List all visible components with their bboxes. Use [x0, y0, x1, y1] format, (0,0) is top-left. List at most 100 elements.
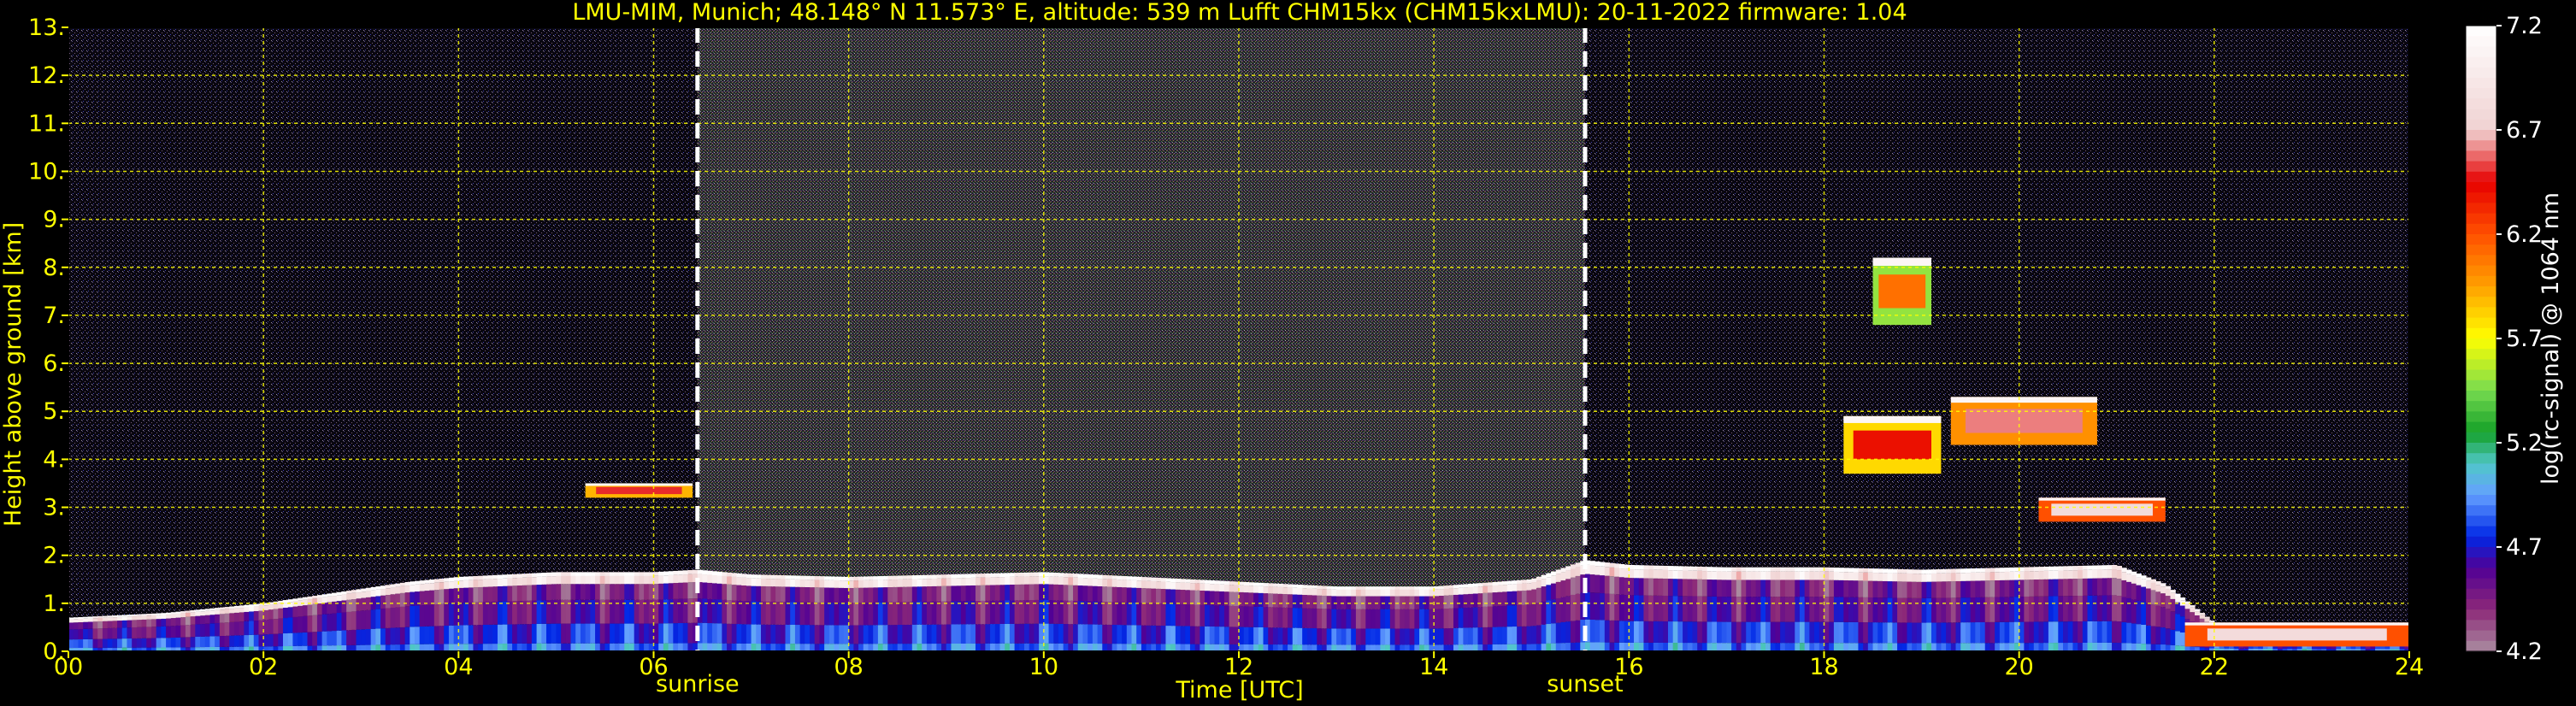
boundary-layer-cell — [1165, 644, 1171, 651]
boundary-layer-cell — [370, 609, 376, 629]
boundary-layer-cell — [1648, 621, 1654, 643]
boundary-layer-cell — [1575, 567, 1581, 576]
boundary-layer-cell — [2160, 586, 2166, 594]
boundary-layer-cell — [2033, 596, 2040, 622]
boundary-layer-cell — [1609, 620, 1615, 643]
boundary-layer-cell — [1560, 643, 1566, 651]
boundary-layer-cell — [1058, 576, 1064, 585]
boundary-layer-cell — [2170, 611, 2176, 630]
boundary-layer-cell — [2087, 595, 2093, 621]
boundary-layer-cell — [433, 644, 440, 651]
boundary-layer-cell — [1638, 569, 1645, 579]
boundary-layer-cell — [287, 617, 293, 633]
boundary-layer-cell — [522, 574, 528, 578]
boundary-layer-cell — [658, 583, 664, 600]
boundary-layer-cell — [1784, 567, 1791, 572]
boundary-layer-cell — [1185, 604, 1191, 627]
boundary-layer-cell — [1288, 587, 1294, 595]
boundary-layer-cell — [429, 590, 435, 605]
boundary-layer-cell — [239, 621, 245, 636]
boundary-layer-cell — [341, 600, 347, 613]
boundary-layer-cell — [2155, 627, 2161, 644]
boundary-layer-cell — [994, 643, 1001, 651]
boundary-layer-cell — [731, 643, 738, 651]
boundary-layer-cell — [249, 634, 255, 647]
boundary-layer-cell — [1351, 628, 1357, 645]
boundary-layer-cell — [1907, 622, 1913, 644]
boundary-layer-cell — [2126, 574, 2132, 582]
boundary-layer-cell — [1223, 605, 1230, 627]
boundary-layer-cell — [1955, 643, 1961, 651]
boundary-layer-cell — [2043, 643, 2049, 651]
boundary-layer-cell — [307, 604, 313, 616]
boundary-layer-cell — [1029, 623, 1035, 644]
boundary-layer-cell — [1165, 578, 1171, 582]
boundary-layer-cell — [2121, 580, 2127, 597]
boundary-layer-cell — [951, 601, 957, 625]
boundary-layer-cell — [941, 601, 947, 625]
boundary-layer-cell — [917, 586, 923, 603]
boundary-layer-cell — [1521, 626, 1528, 644]
boundary-layer-cell — [570, 575, 576, 585]
boundary-layer-cell — [1843, 580, 1849, 597]
boundary-layer-cell — [1331, 609, 1337, 629]
boundary-layer-cell — [321, 614, 327, 632]
boundary-layer-cell — [702, 598, 708, 623]
boundary-layer-cell — [1887, 622, 1893, 644]
boundary-layer-cell — [556, 643, 562, 651]
boundary-layer-cell — [727, 623, 733, 644]
boundary-layer-cell — [1438, 628, 1445, 645]
boundary-layer-cell — [1853, 572, 1860, 581]
boundary-layer-cell — [1263, 607, 1269, 628]
boundary-layer-cell — [1780, 621, 1786, 644]
boundary-layer-cell — [1043, 584, 1050, 600]
boundary-layer-cell — [902, 579, 908, 587]
boundary-layer-cell — [1082, 585, 1088, 602]
boundary-layer-cell — [1517, 583, 1523, 591]
boundary-layer-cell — [1097, 585, 1103, 602]
boundary-layer-cell — [141, 615, 147, 620]
boundary-layer-cell — [2087, 578, 2093, 596]
boundary-layer-cell — [1848, 621, 1854, 644]
boundary-layer-cell — [468, 644, 475, 651]
boundary-layer-cell — [2204, 616, 2210, 619]
boundary-layer-cell — [200, 611, 206, 616]
boundary-layer-cell — [965, 574, 971, 579]
boundary-layer-cell — [1634, 569, 1640, 579]
boundary-layer-cell — [1663, 578, 1669, 596]
boundary-layer-cell — [1034, 584, 1040, 600]
boundary-layer-cell — [1253, 644, 1259, 651]
boundary-layer-cell — [1546, 585, 1552, 601]
x-tick-label: 08 — [834, 654, 863, 680]
boundary-layer-cell — [497, 585, 504, 602]
boundary-layer-cell — [722, 575, 728, 585]
boundary-layer-cell — [2179, 632, 2186, 646]
boundary-layer-cell — [1468, 584, 1474, 587]
boundary-layer-cell — [722, 584, 728, 600]
boundary-layer-cell — [711, 623, 718, 644]
boundary-layer-cell — [1541, 644, 1547, 651]
boundary-layer-cell — [1872, 622, 1878, 644]
boundary-layer-cell — [1200, 583, 1205, 591]
boundary-layer-cell — [1400, 609, 1406, 629]
boundary-layer-cell — [117, 638, 123, 648]
boundary-layer-cell — [1970, 580, 1976, 597]
boundary-layer-cell — [1897, 597, 1903, 623]
boundary-layer-cell — [1980, 597, 1986, 622]
colorbar-segment — [2466, 119, 2496, 131]
boundary-layer-cell — [136, 614, 143, 616]
boundary-layer-cell — [1795, 597, 1801, 622]
boundary-layer-cell — [361, 629, 367, 645]
boundary-layer-cell — [439, 644, 445, 651]
boundary-layer-cell — [2038, 596, 2044, 622]
boundary-layer-cell — [1419, 589, 1425, 597]
boundary-layer-cell — [1223, 644, 1230, 651]
boundary-layer-cell — [2141, 602, 2147, 625]
boundary-layer-cell — [1458, 627, 1464, 645]
boundary-layer-cell — [639, 575, 645, 585]
boundary-layer-cell — [1984, 580, 1991, 597]
boundary-layer-cell — [1097, 579, 1103, 586]
colorbar-segment — [2466, 401, 2496, 412]
boundary-layer-cell — [2078, 621, 2084, 643]
boundary-layer-cell — [1492, 581, 1498, 585]
